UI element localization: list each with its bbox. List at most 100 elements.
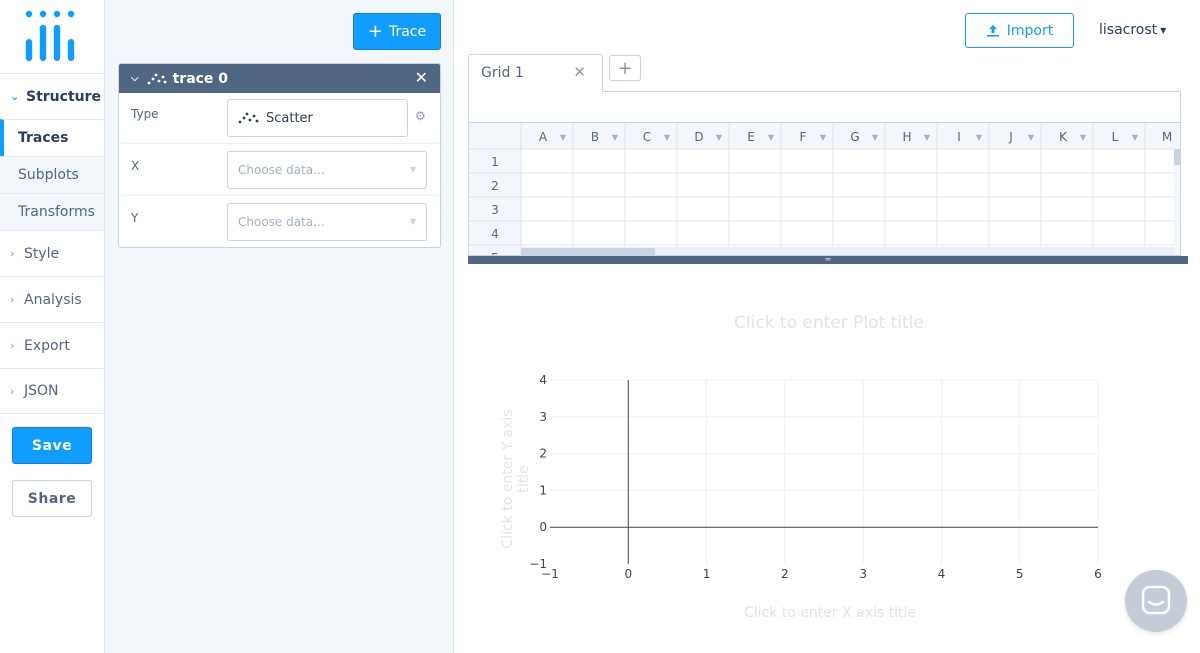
share-button[interactable]: Share <box>12 480 92 517</box>
x-tick-label: 6 <box>1094 567 1102 581</box>
horizontal-scrollbar-thumb[interactable] <box>521 248 655 255</box>
y-data-placeholder: Choose data... <box>238 215 325 229</box>
row-header[interactable]: 1 <box>491 155 499 169</box>
user-menu[interactable]: lisacrost ▼ <box>1099 22 1166 38</box>
y-tick-label: 4 <box>539 373 547 387</box>
column-header[interactable]: G <box>850 130 859 144</box>
column-header[interactable]: D <box>694 130 703 144</box>
plot-area[interactable]: −1 0 1 2 3 4 5 6−101234 <box>495 360 1135 590</box>
menu-style[interactable]: › Style <box>0 230 104 276</box>
sidebar-item-label: Traces <box>18 130 69 146</box>
vertical-scrollbar-track[interactable] <box>1174 149 1181 256</box>
column-menu-caret-icon[interactable]: ▼ <box>1132 133 1139 142</box>
y-tick-label: 1 <box>539 483 547 497</box>
menu-json-label: JSON <box>24 383 59 399</box>
sidebar-item-label: Transforms <box>18 204 95 220</box>
chat-button[interactable] <box>1125 570 1187 632</box>
trace-type-value: Scatter <box>266 110 313 126</box>
sidebar: ⌄ Structure Traces Subplots Transforms ›… <box>0 0 105 653</box>
tab-grid-1[interactable]: Grid 1 ✕ <box>468 54 603 92</box>
vertical-scrollbar-thumb[interactable] <box>1174 149 1180 165</box>
spreadsheet-cells[interactable]: A▼B▼C▼D▼E▼F▼G▼H▼I▼J▼K▼L▼M12345 <box>469 123 1181 256</box>
column-header[interactable]: M <box>1162 130 1172 144</box>
menu-style-label: Style <box>24 245 60 262</box>
column-menu-caret-icon[interactable]: ▼ <box>872 133 879 142</box>
sidebar-item-transforms[interactable]: Transforms <box>0 193 104 230</box>
plot-title-placeholder[interactable]: Click to enter Plot title <box>734 313 924 333</box>
add-trace-button[interactable]: + Trace <box>353 13 441 50</box>
column-header[interactable]: B <box>591 130 599 144</box>
row-header[interactable]: 4 <box>491 227 499 241</box>
column-header[interactable]: K <box>1059 130 1068 144</box>
menu-structure-label: Structure <box>26 88 102 105</box>
column-header[interactable]: L <box>1112 130 1119 144</box>
chevron-down-icon: ⌵ <box>131 73 139 84</box>
trace-header[interactable]: ⌵ trace 0 ✕ <box>119 64 440 93</box>
column-menu-caret-icon[interactable]: ▼ <box>664 133 671 142</box>
sidebar-item-label: Subplots <box>18 167 79 183</box>
column-menu-caret-icon[interactable]: ▼ <box>612 133 619 142</box>
trace-type-select[interactable]: Scatter <box>227 99 408 137</box>
import-button[interactable]: Import <box>965 13 1074 48</box>
column-header[interactable]: A <box>539 130 548 144</box>
x-data-select[interactable]: Choose data... ▼ <box>227 151 427 189</box>
sidebar-item-traces[interactable]: Traces <box>0 119 104 156</box>
save-button[interactable]: Save <box>12 427 92 464</box>
column-menu-caret-icon[interactable]: ▼ <box>976 133 983 142</box>
plotly-logo-icon <box>25 10 75 61</box>
column-menu-caret-icon[interactable]: ▼ <box>924 133 931 142</box>
import-label: Import <box>1006 22 1054 39</box>
chevron-right-icon: › <box>10 293 15 306</box>
drag-handle-icon: ═ <box>825 255 831 264</box>
menu-structure[interactable]: ⌄ Structure <box>0 73 104 119</box>
column-header[interactable]: F <box>800 130 807 144</box>
sidebar-item-subplots[interactable]: Subplots <box>0 156 104 193</box>
type-label: Type <box>131 107 159 121</box>
column-menu-caret-icon[interactable]: ▼ <box>1080 133 1087 142</box>
grid-resize-handle[interactable]: ═ <box>468 256 1188 264</box>
x-tick-label: 4 <box>938 567 946 581</box>
x-tick-label: 2 <box>781 567 789 581</box>
menu-export-label: Export <box>24 337 70 354</box>
y-tick-label: 0 <box>539 520 547 534</box>
chevron-right-icon: › <box>10 339 15 352</box>
trace-card: ⌵ trace 0 ✕ Type Scatter ⚙ X Choose data… <box>118 63 441 248</box>
column-menu-caret-icon[interactable]: ▼ <box>1028 133 1035 142</box>
x-label: X <box>131 159 140 173</box>
column-menu-caret-icon[interactable]: ▼ <box>560 133 567 142</box>
column-header[interactable]: I <box>957 130 961 144</box>
plus-icon: + <box>367 20 383 42</box>
trace-panel: + Trace ⌵ trace 0 ✕ Type Scatter ⚙ X Cho… <box>105 0 454 653</box>
gear-icon[interactable]: ⚙ <box>415 109 426 123</box>
close-icon[interactable]: ✕ <box>415 68 428 87</box>
row-header[interactable]: 2 <box>491 179 499 193</box>
upload-icon <box>986 25 999 37</box>
column-header[interactable]: J <box>1008 130 1013 144</box>
row-header[interactable]: 3 <box>491 203 499 217</box>
column-menu-caret-icon[interactable]: ▼ <box>768 133 775 142</box>
column-menu-caret-icon[interactable]: ▼ <box>716 133 723 142</box>
menu-json[interactable]: › JSON <box>0 368 104 414</box>
column-header[interactable]: H <box>902 130 911 144</box>
x-row: X Choose data... ▼ <box>119 145 440 196</box>
x-axis-title-placeholder[interactable]: Click to enter X axis title <box>744 605 916 621</box>
y-tick-label: 3 <box>539 410 547 424</box>
column-header[interactable]: E <box>747 130 755 144</box>
y-data-select[interactable]: Choose data... ▼ <box>227 203 427 241</box>
spreadsheet[interactable]: A▼B▼C▼D▼E▼F▼G▼H▼I▼J▼K▼L▼M12345 <box>468 123 1181 256</box>
column-header[interactable]: C <box>643 130 651 144</box>
close-icon[interactable]: ✕ <box>573 63 586 81</box>
chevron-down-icon: ▼ <box>409 217 416 226</box>
column-menu-caret-icon[interactable]: ▼ <box>820 133 827 142</box>
y-label: Y <box>131 211 139 225</box>
menu-export[interactable]: › Export <box>0 322 104 368</box>
type-row: Type Scatter ⚙ <box>119 93 440 144</box>
menu-analysis[interactable]: › Analysis <box>0 276 104 322</box>
formula-bar[interactable] <box>468 91 1181 123</box>
add-grid-tab-button[interactable]: + <box>609 55 641 81</box>
x-tick-label: 3 <box>859 567 867 581</box>
scatter-icon <box>147 73 166 84</box>
username: lisacrost <box>1099 22 1158 38</box>
chevron-right-icon: › <box>10 247 15 260</box>
caret-down-icon: ▼ <box>1160 25 1167 35</box>
